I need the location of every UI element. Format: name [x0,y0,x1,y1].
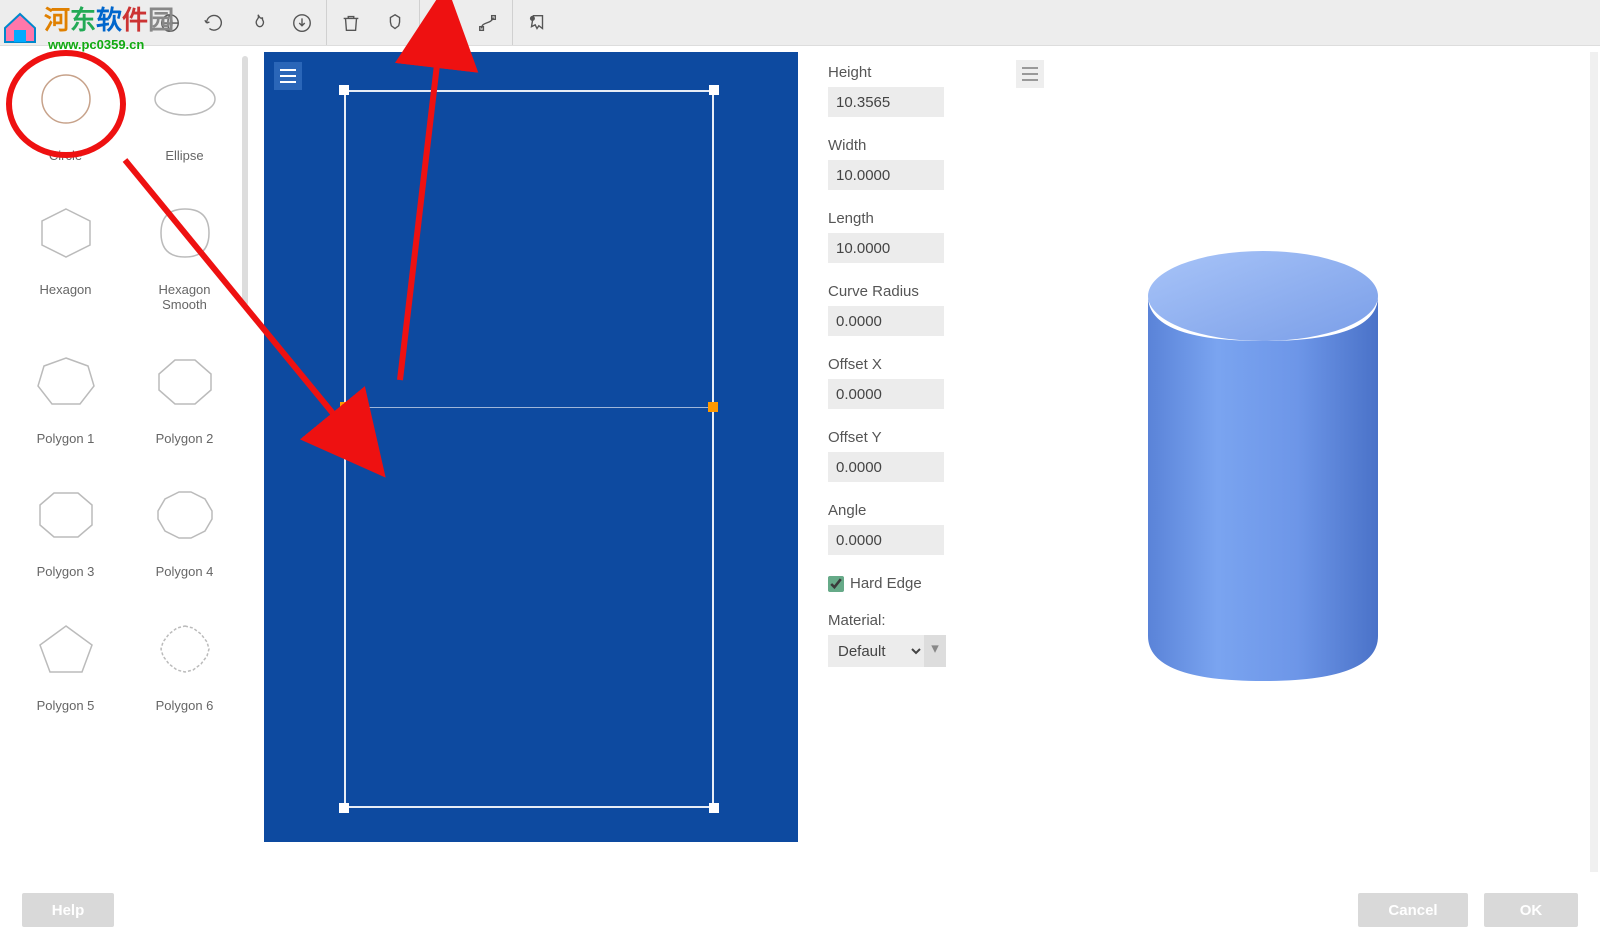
handle-bottom-right[interactable] [709,803,719,813]
curve-radius-input[interactable] [828,306,944,336]
shape-label: Polygon 1 [37,431,95,447]
width-input[interactable] [828,160,944,190]
width-label: Width [828,137,998,154]
shape-label: Polygon 4 [156,564,214,580]
toolbar [0,0,1600,46]
curve-node-icon[interactable] [476,11,500,35]
canvas-menu-icon[interactable] [274,62,302,90]
path-icon[interactable] [432,11,456,35]
help-button[interactable]: Help [22,893,114,927]
shape-label: Hexagon [39,282,91,298]
material-select[interactable]: Default [828,635,924,667]
shape-ellipse[interactable]: Ellipse [125,60,244,164]
height-input[interactable] [828,87,944,117]
tool-fire-icon[interactable] [246,11,270,35]
shapes-panel: Circle Ellipse Hexagon Hexagon Smooth Po… [0,46,250,885]
tool-globe-icon[interactable] [158,11,182,35]
handle-mid-left[interactable] [340,402,350,412]
material-label: Material: [828,612,998,629]
shape-label: Polygon 6 [156,698,214,714]
handle-mid-right[interactable] [708,402,718,412]
trash-icon[interactable] [339,11,363,35]
offset-y-input[interactable] [828,452,944,482]
export-icon[interactable] [525,11,549,35]
shape-hexagon[interactable]: Hexagon [6,194,125,313]
handle-bottom-left[interactable] [339,803,349,813]
canvas-shape-bounds[interactable] [344,90,714,808]
offset-x-input[interactable] [828,379,944,409]
right-scrollbar[interactable] [1590,52,1598,872]
hard-edge-label: Hard Edge [850,575,922,592]
tool-download-icon[interactable] [290,11,314,35]
length-input[interactable] [828,233,944,263]
canvas-area [250,46,798,885]
length-label: Length [828,210,998,227]
offset-x-label: Offset X [828,356,998,373]
shape-polygon-2[interactable]: Polygon 2 [125,343,244,447]
handle-top-right[interactable] [709,85,719,95]
shape-label: Ellipse [165,148,203,164]
footer: Help Cancel OK [0,885,1600,935]
shape-polygon-4[interactable]: Polygon 4 [125,476,244,580]
properties-panel: Height Width Length Curve Radius Offset … [798,46,1008,885]
shape-polygon-5[interactable]: Polygon 5 [6,610,125,714]
canvas-2d[interactable] [264,52,798,842]
handle-top-left[interactable] [339,85,349,95]
angle-label: Angle [828,502,998,519]
shape-icon[interactable] [383,11,407,35]
preview-menu-icon[interactable] [1016,60,1044,88]
cancel-button[interactable]: Cancel [1358,893,1468,927]
ok-button[interactable]: OK [1484,893,1578,927]
hard-edge-checkbox[interactable] [828,576,844,592]
offset-y-label: Offset Y [828,429,998,446]
shape-label: Polygon 5 [37,698,95,714]
shape-label: Hexagon Smooth [158,282,210,313]
chevron-down-icon[interactable]: ▾ [924,635,946,667]
shape-label: Circle [49,148,82,164]
curve-radius-label: Curve Radius [828,283,998,300]
shape-hexagon-smooth[interactable]: Hexagon Smooth [125,194,244,313]
shape-polygon-6[interactable]: Polygon 6 [125,610,244,714]
shape-label: Polygon 2 [156,431,214,447]
cylinder-preview [1128,226,1398,696]
shape-polygon-3[interactable]: Polygon 3 [6,476,125,580]
tool-reload-icon[interactable] [202,11,226,35]
height-label: Height [828,64,998,81]
shape-circle[interactable]: Circle [6,60,125,164]
preview-3d[interactable] [1008,46,1600,885]
shape-polygon-1[interactable]: Polygon 1 [6,343,125,447]
canvas-midline [344,407,714,408]
shapes-scrollbar[interactable] [242,56,248,306]
angle-input[interactable] [828,525,944,555]
shape-label: Polygon 3 [37,564,95,580]
